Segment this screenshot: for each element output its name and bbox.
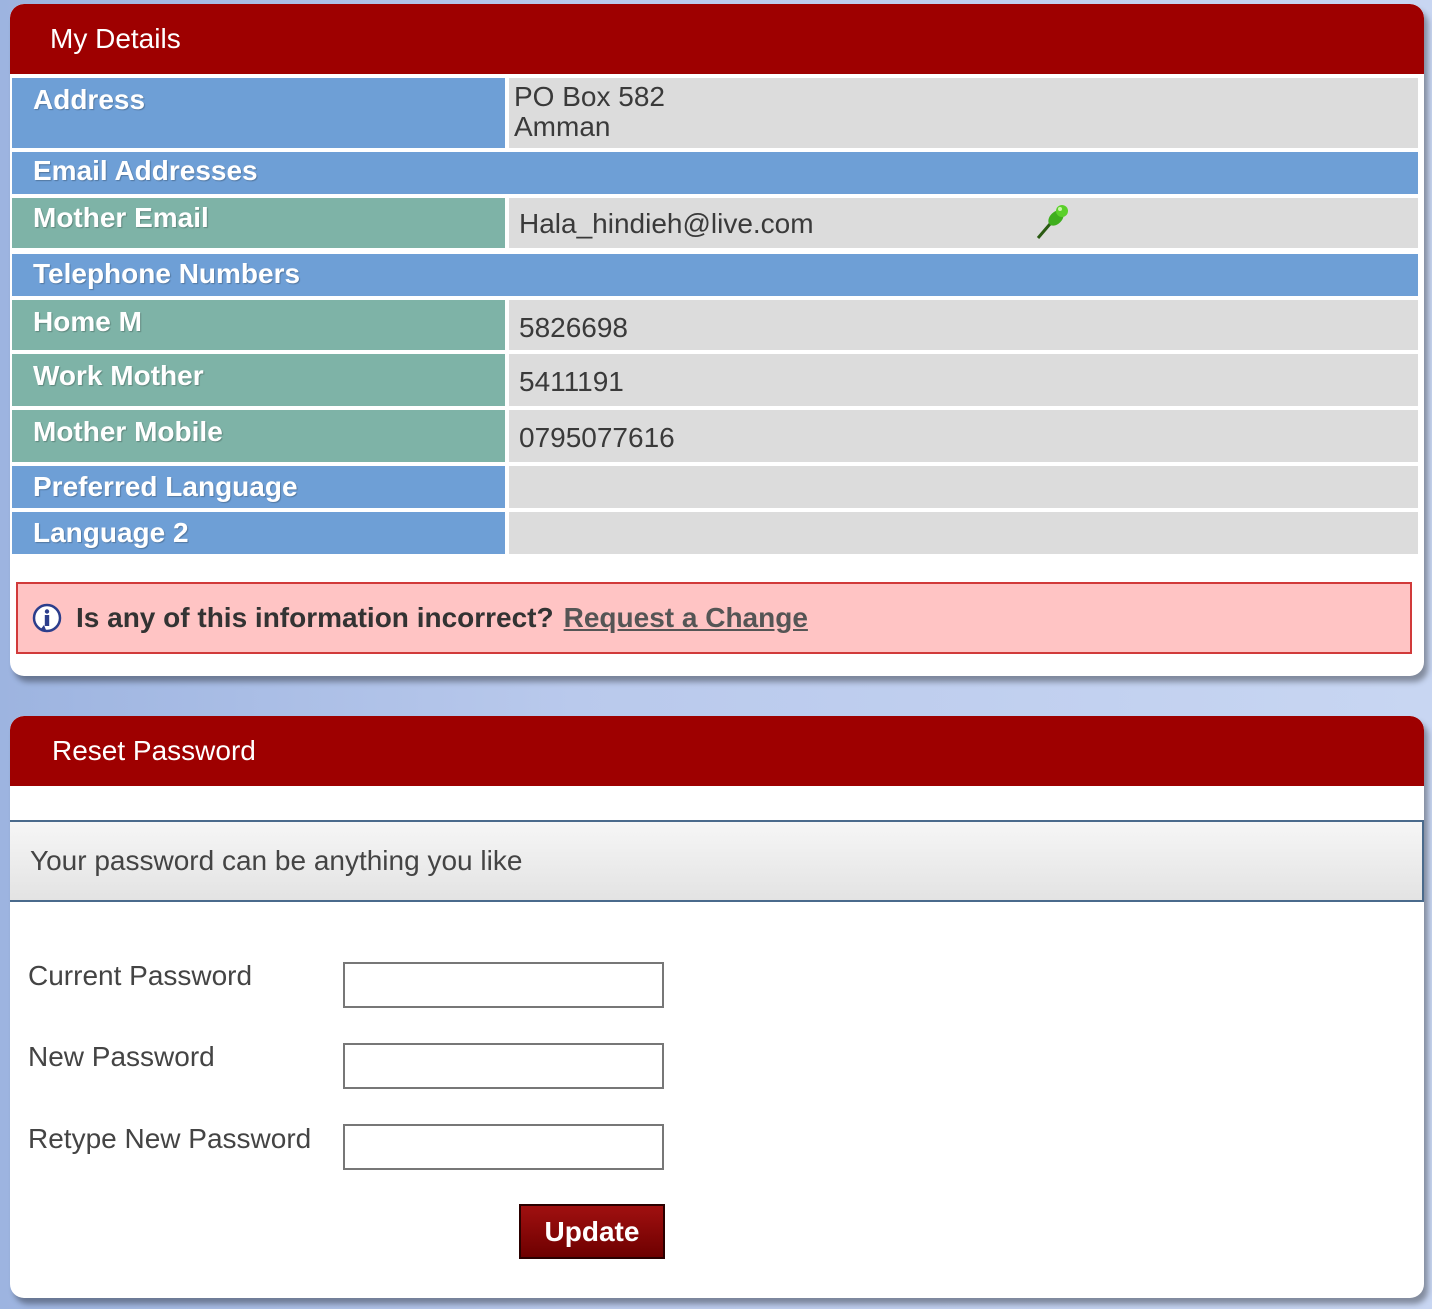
mother-email-row: Mother Email Hala_hindieh@live.com bbox=[12, 198, 1418, 248]
info-icon bbox=[32, 603, 62, 633]
my-details-panel: My Details Address PO Box 582 Amman Emai… bbox=[10, 4, 1424, 676]
language-2-row: Language 2 bbox=[12, 512, 1418, 554]
current-password-input[interactable] bbox=[343, 962, 664, 1008]
reset-password-panel: Reset Password Your password can be anyt… bbox=[10, 716, 1424, 1298]
retype-password-label: Retype New Password bbox=[28, 1123, 312, 1154]
address-line-2: Amman bbox=[514, 111, 611, 142]
reset-password-title: Reset Password bbox=[52, 735, 256, 766]
work-phone-row: Work Mother 5411191 bbox=[12, 354, 1418, 406]
mobile-phone-label: Mother Mobile bbox=[12, 410, 505, 462]
retype-password-input[interactable] bbox=[343, 1124, 664, 1170]
mother-email-value: Hala_hindieh@live.com bbox=[519, 208, 814, 239]
email-section-header: Email Addresses bbox=[12, 152, 1418, 194]
address-line-1: PO Box 582 bbox=[514, 81, 665, 112]
mother-email-label: Mother Email bbox=[12, 198, 505, 248]
mobile-phone-value: 0795077616 bbox=[509, 410, 1418, 462]
work-phone-label: Work Mother bbox=[12, 354, 505, 406]
update-button[interactable]: Update bbox=[519, 1204, 665, 1259]
notice-text: Is any of this information incorrect? bbox=[76, 602, 554, 633]
my-details-header: My Details bbox=[10, 4, 1424, 74]
preferred-language-row: Preferred Language bbox=[12, 466, 1418, 508]
incorrect-info-notice: Is any of this information incorrect? Re… bbox=[16, 582, 1412, 654]
green-pushpin-icon[interactable] bbox=[1034, 202, 1074, 242]
request-change-link[interactable]: Request a Change bbox=[564, 602, 808, 634]
new-password-label: New Password bbox=[28, 1041, 215, 1072]
my-details-title: My Details bbox=[50, 23, 181, 54]
language-2-value bbox=[509, 512, 1418, 554]
language-2-label: Language 2 bbox=[12, 512, 505, 554]
mother-email-cell: Hala_hindieh@live.com bbox=[509, 198, 1418, 248]
reset-password-header: Reset Password bbox=[10, 716, 1424, 786]
current-password-label: Current Password bbox=[28, 960, 253, 991]
password-hint: Your password can be anything you like bbox=[10, 820, 1424, 902]
home-phone-value: 5826698 bbox=[509, 300, 1418, 350]
home-phone-row: Home M 5826698 bbox=[12, 300, 1418, 350]
mobile-phone-row: Mother Mobile 0795077616 bbox=[12, 410, 1418, 462]
phone-section-header: Telephone Numbers bbox=[12, 254, 1418, 296]
home-phone-label: Home M bbox=[12, 300, 505, 350]
new-password-input[interactable] bbox=[343, 1043, 664, 1089]
address-value: PO Box 582 Amman bbox=[509, 78, 1418, 148]
work-phone-value: 5411191 bbox=[509, 354, 1418, 406]
preferred-language-label: Preferred Language bbox=[12, 466, 505, 508]
preferred-language-value bbox=[509, 466, 1418, 508]
address-row: Address PO Box 582 Amman bbox=[12, 78, 1418, 148]
address-label: Address bbox=[12, 78, 505, 148]
